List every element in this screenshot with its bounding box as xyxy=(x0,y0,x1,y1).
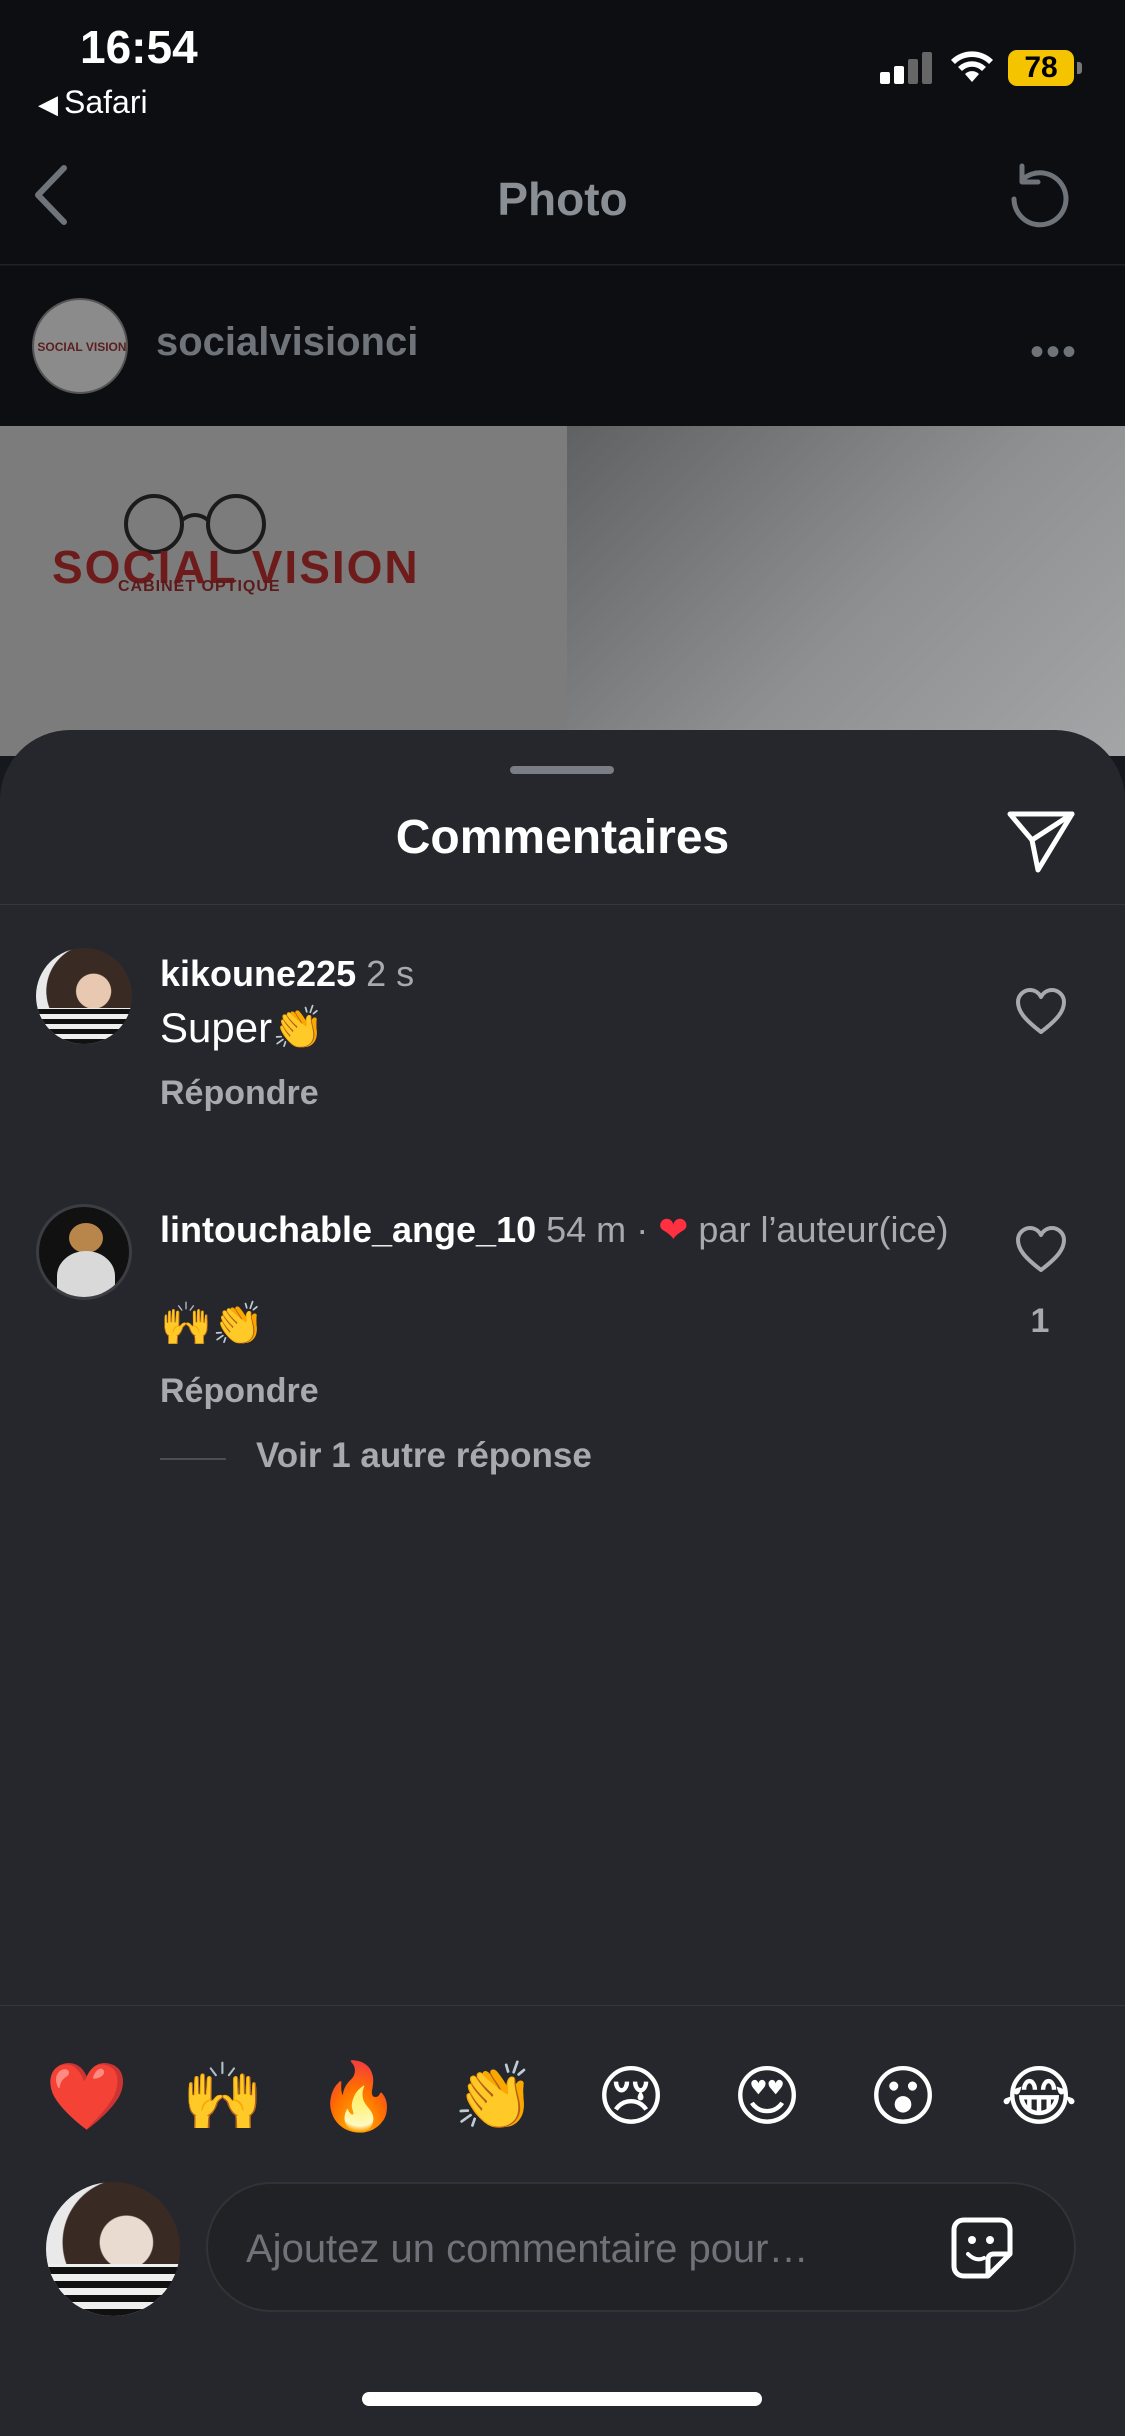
comment-username[interactable]: kikoune225 xyxy=(160,953,356,994)
reaction-clap[interactable]: 👏 xyxy=(450,2052,540,2142)
battery-indicator: 78 xyxy=(1008,50,1082,86)
refresh-icon[interactable] xyxy=(1000,160,1078,238)
like-count[interactable]: 1 xyxy=(1010,1302,1070,1341)
comment-input-container[interactable] xyxy=(206,2182,1076,2312)
reaction-surprised[interactable]: 😮 xyxy=(858,2052,948,2142)
comment-input[interactable] xyxy=(246,2214,906,2284)
more-horizontal-icon[interactable]: ••• xyxy=(1030,330,1078,375)
back-app-label: Safari xyxy=(64,84,148,120)
comment-meta: lintouchable_ange_10 54 m · ❤ par l’aute… xyxy=(160,1208,980,1252)
commenter-avatar[interactable] xyxy=(36,1204,132,1300)
comment-meta: kikoune225 2 s xyxy=(160,952,980,996)
comment-text: Super👏 xyxy=(160,1004,325,1051)
current-user-avatar xyxy=(46,2182,180,2316)
reply-button[interactable]: Répondre xyxy=(160,1372,319,1411)
status-time: 16:54 xyxy=(80,21,198,73)
paper-plane-icon[interactable] xyxy=(1004,804,1078,878)
reaction-heart[interactable]: ❤️ xyxy=(42,2052,132,2142)
quick-reactions-row: ❤️ 🙌 🔥 👏 😢 😍 😮 😂 xyxy=(0,2052,1125,2142)
comment-time: 54 m xyxy=(546,1209,627,1250)
reaction-crying[interactable]: 😢 xyxy=(586,2052,676,2142)
sheet-title: Commentaires xyxy=(395,811,730,864)
wifi-icon xyxy=(951,51,993,82)
view-more-replies-button[interactable]: Voir 1 autre réponse xyxy=(256,1436,592,1476)
comment-text: 🙌👏 xyxy=(160,1300,265,1347)
avatar-logo-text: SOCIAL VISION xyxy=(37,340,127,354)
meta-separator: · xyxy=(636,1209,649,1250)
status-bar: 16:54 ◀ Safari 78 xyxy=(0,0,1125,130)
photo-right-panel xyxy=(567,426,1125,756)
post-header: SOCIAL VISION socialvisionci ••• xyxy=(0,266,1125,426)
reply-button[interactable]: Répondre xyxy=(160,1074,319,1113)
heart-outline-icon[interactable] xyxy=(1014,986,1068,1036)
comment-composer-area: ❤️ 🙌 🔥 👏 😢 😍 😮 😂 xyxy=(0,2005,1125,2436)
post-author-username[interactable]: socialvisionci xyxy=(156,320,418,365)
back-to-app-button[interactable]: ◀ Safari xyxy=(38,84,148,121)
sticker-icon[interactable] xyxy=(944,2210,1020,2286)
reaction-laughing[interactable]: 😂 xyxy=(994,2052,1084,2142)
heart-outline-icon[interactable] xyxy=(1014,1224,1068,1274)
reaction-heart-eyes[interactable]: 😍 xyxy=(722,2052,812,2142)
page-title: Photo xyxy=(497,173,628,225)
post-author-avatar[interactable]: SOCIAL VISION xyxy=(32,298,128,394)
replies-divider-line xyxy=(160,1458,226,1460)
sheet-grabber[interactable] xyxy=(510,766,614,774)
liked-by-author-label: par l’auteur(ice) xyxy=(698,1209,949,1250)
logo-sub-text: CABINET OPTIQUE xyxy=(118,578,281,595)
top-nav-bar: Photo xyxy=(0,130,1125,265)
cellular-signal-icon xyxy=(880,50,936,84)
home-indicator[interactable] xyxy=(362,2392,762,2406)
reaction-raising-hands[interactable]: 🙌 xyxy=(178,2052,268,2142)
sheet-divider xyxy=(0,904,1125,905)
reaction-fire[interactable]: 🔥 xyxy=(314,2052,404,2142)
post-photo[interactable]: SOCIAL VISION CABINET OPTIQUE xyxy=(0,426,1125,756)
comment-username[interactable]: lintouchable_ange_10 xyxy=(160,1209,536,1250)
author-heart-icon: ❤ xyxy=(658,1209,689,1250)
comment-time: 2 s xyxy=(366,953,415,994)
photo-left-panel: SOCIAL VISION CABINET OPTIQUE xyxy=(0,426,567,756)
commenter-avatar[interactable] xyxy=(36,948,132,1044)
back-triangle-icon: ◀ xyxy=(38,89,58,119)
